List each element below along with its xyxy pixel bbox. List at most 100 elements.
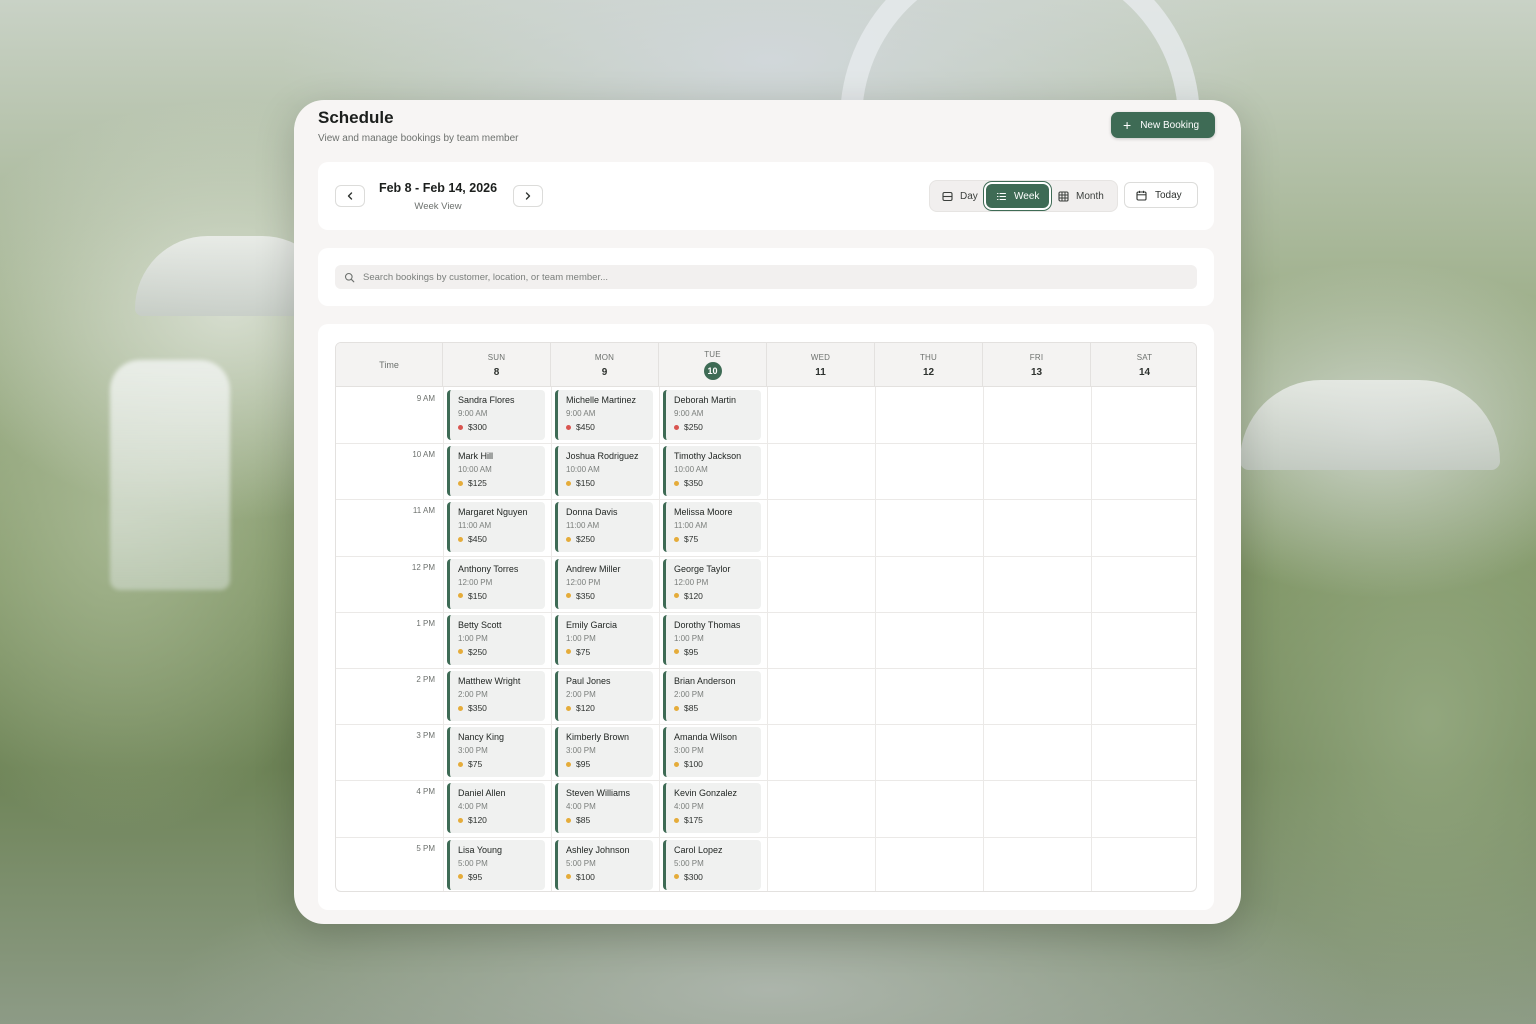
today-button[interactable]: Today	[1124, 182, 1198, 208]
booking-card[interactable]: George Taylor 12:00 PM $120	[663, 558, 761, 609]
day-header-sat: SAT 14	[1091, 343, 1196, 387]
booking-customer-name: Dorothy Thomas	[674, 619, 741, 630]
booking-card[interactable]: Daniel Allen 4:00 PM $120	[447, 783, 545, 834]
status-dot-icon	[566, 705, 571, 711]
booking-card[interactable]: Andrew Miller 12:00 PM $350	[555, 558, 653, 609]
booking-card[interactable]: Steven Williams 4:00 PM $85	[555, 783, 653, 834]
time-slot-label: 4 PM	[416, 787, 435, 797]
day-number: 13	[1030, 367, 1043, 378]
booking-time: 9:00 AM	[458, 409, 488, 418]
booking-customer-name: Matthew Wright	[458, 676, 521, 686]
booking-price: $120	[576, 703, 595, 713]
booking-card[interactable]: Joshua Rodriguez 10:00 AM $150	[555, 446, 653, 497]
booking-price: $75	[684, 534, 699, 545]
day-number: 11	[815, 367, 826, 378]
booking-card[interactable]: Carol Lopez 5:00 PM $300	[663, 839, 761, 890]
day-header-sun: SUN 8	[443, 343, 551, 387]
booking-card[interactable]: Kimberly Brown 3:00 PM $95	[555, 727, 653, 778]
booking-price-row: $95	[674, 647, 761, 657]
calendar-body: 9 AM 10 AM 11 AM 12 PM 1 PM 2 PM 3 PM 4 PM 5 PM S…	[336, 387, 1196, 891]
booking-customer-name: Donna Davis	[566, 507, 618, 518]
status-dot-icon	[674, 536, 679, 542]
booking-card[interactable]: Melissa Moore 11:00 AM $75	[663, 502, 761, 553]
hour-divider	[336, 724, 1196, 726]
booking-time: 10:00 AM	[458, 465, 492, 475]
booking-card[interactable]: Sandra Flores 9:00 AM $300	[447, 390, 545, 440]
booking-card[interactable]: Donna Davis 11:00 AM $250	[555, 502, 653, 553]
booking-price: $75	[576, 646, 591, 657]
view-day-button[interactable]: Day	[934, 184, 986, 208]
booking-card[interactable]: Amanda Wilson 3:00 PM $100	[663, 727, 761, 778]
booking-customer-name: Daniel Allen	[458, 788, 506, 799]
booking-card[interactable]: Dorothy Thomas 1:00 PM $95	[663, 614, 761, 665]
booking-customer-name: Margaret Nguyen	[458, 507, 528, 518]
booking-card[interactable]: Brian Anderson 2:00 PM $85	[663, 671, 761, 721]
booking-price-row: $95	[458, 872, 545, 882]
status-dot-icon	[458, 649, 463, 655]
list-icon	[996, 192, 1007, 200]
booking-time: 12:00 PM	[566, 577, 601, 587]
booking-price: $350	[684, 478, 703, 489]
status-dot-icon	[458, 874, 463, 880]
booking-price-row: $450	[458, 534, 545, 544]
booking-time: 2:00 PM	[566, 690, 596, 699]
booking-time: 11:00 AM	[674, 521, 708, 531]
booking-card[interactable]: Paul Jones 2:00 PM $120	[555, 671, 653, 721]
view-day-label: Day	[960, 190, 978, 202]
booking-card[interactable]: Lisa Young 5:00 PM $95	[447, 839, 545, 890]
new-booking-button[interactable]: + New Booking	[1111, 112, 1215, 138]
booking-time: 11:00 AM	[458, 521, 492, 531]
calendar-header: Time SUN 8 MON 9 TUE 10 WED 11 THU 12 FRI 13 SAT 14	[336, 343, 1196, 387]
booking-time: 5:00 PM	[674, 858, 704, 868]
search-input[interactable]	[363, 271, 1183, 283]
booking-card[interactable]: Anthony Torres 12:00 PM $150	[447, 558, 545, 609]
time-slot-label: 11 AM	[412, 506, 435, 516]
column-divider	[551, 387, 552, 891]
status-dot-icon	[566, 593, 571, 599]
booking-card[interactable]: Margaret Nguyen 11:00 AM $450	[447, 502, 545, 553]
status-dot-icon	[674, 480, 679, 486]
day-header-fri: FRI 13	[983, 343, 1091, 387]
booking-card[interactable]: Mark Hill 10:00 AM $125	[447, 446, 545, 497]
booking-card[interactable]: Ashley Johnson 5:00 PM $100	[555, 839, 653, 890]
booking-card[interactable]: Matthew Wright 2:00 PM $350	[447, 671, 545, 721]
booking-card[interactable]: Timothy Jackson 10:00 AM $350	[663, 446, 761, 497]
booking-card[interactable]: Nancy King 3:00 PM $75	[447, 727, 545, 778]
calendar-card: Time SUN 8 MON 9 TUE 10 WED 11 THU 12 FRI 13 SAT 14 9…	[318, 324, 1214, 910]
next-week-button[interactable]	[513, 185, 543, 207]
booking-time: 4:00 PM	[674, 802, 704, 812]
booking-price-row: $350	[458, 703, 545, 713]
time-slot-label: 5 PM	[416, 843, 435, 853]
booking-card[interactable]: Michelle Martinez 9:00 AM $450	[555, 390, 653, 440]
status-dot-icon	[566, 536, 571, 542]
booking-time: 3:00 PM	[458, 746, 488, 756]
booking-price: $100	[576, 871, 595, 882]
booking-time: 10:00 AM	[566, 465, 600, 475]
today-label: Today	[1155, 189, 1182, 201]
booking-customer-name: Michelle Martinez	[566, 395, 637, 405]
booking-price-row: $75	[458, 759, 545, 769]
booking-price-row: $95	[566, 759, 653, 769]
booking-price-row: $120	[458, 815, 545, 825]
booking-price: $100	[684, 759, 703, 770]
booking-customer-name: Mark Hill	[458, 451, 493, 462]
booking-time: 4:00 PM	[458, 802, 488, 812]
booking-card[interactable]: Betty Scott 1:00 PM $250	[447, 614, 545, 665]
booking-card[interactable]: Deborah Martin 9:00 AM $250	[663, 390, 761, 440]
booking-customer-name: Nancy King	[458, 732, 505, 743]
day-name: MON	[594, 353, 615, 362]
time-slot-label: 10 AM	[412, 450, 435, 460]
date-navigation-card: Feb 8 - Feb 14, 2026 Week View Day Week …	[318, 162, 1214, 230]
booking-price-row: $450	[566, 422, 653, 432]
booking-time: 10:00 AM	[674, 465, 708, 475]
booking-price: $175	[684, 815, 703, 826]
booking-price: $120	[684, 590, 703, 601]
booking-time: 12:00 PM	[458, 577, 493, 587]
view-month-button[interactable]: Month	[1050, 184, 1112, 208]
day-number: 12	[922, 367, 935, 378]
booking-card[interactable]: Emily Garcia 1:00 PM $75	[555, 614, 653, 665]
booking-card[interactable]: Kevin Gonzalez 4:00 PM $175	[663, 783, 761, 834]
hour-divider	[336, 668, 1196, 669]
view-week-label: Week	[1014, 190, 1040, 202]
view-week-button[interactable]: Week	[986, 184, 1050, 208]
